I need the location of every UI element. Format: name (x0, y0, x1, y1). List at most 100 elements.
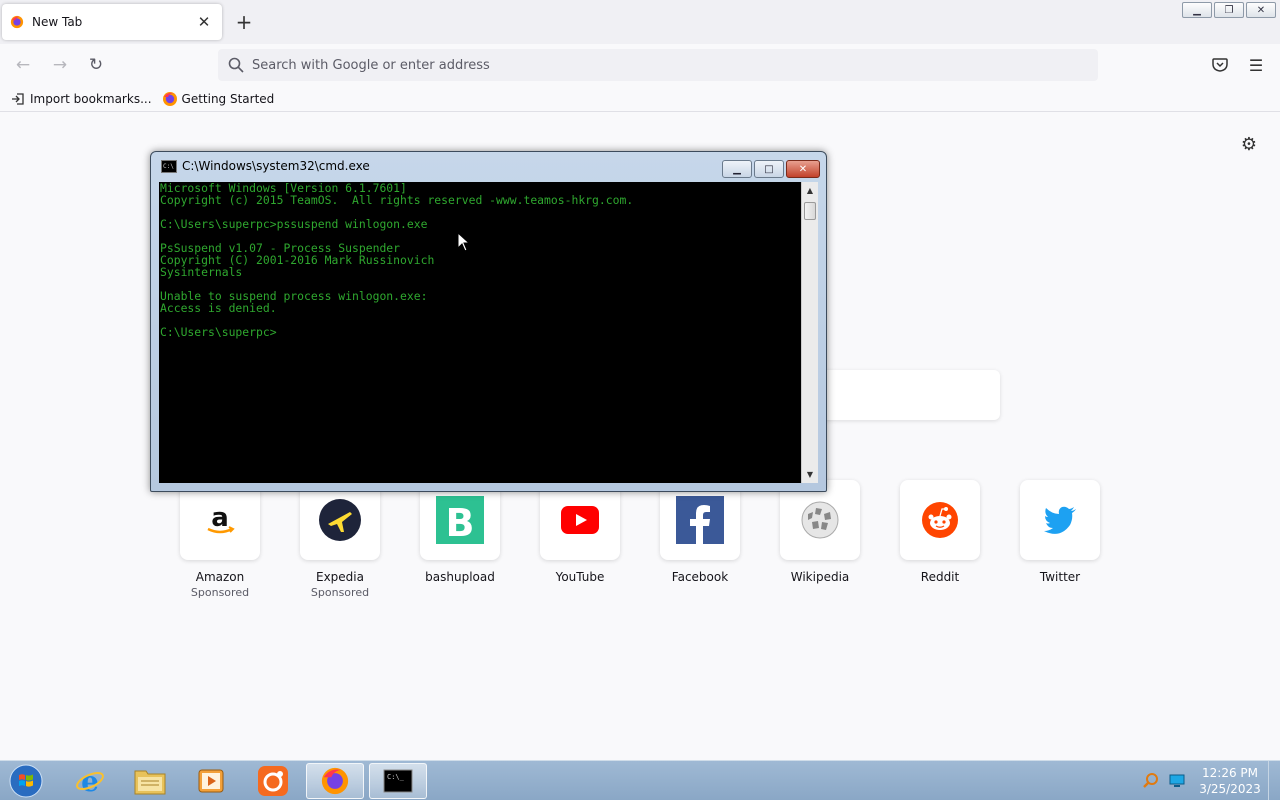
cmd-titlebar[interactable]: C:\ C:\Windows\system32\cmd.exe ▁ □ ✕ (151, 152, 826, 180)
console-line: Copyright (C) 2001-2016 Mark Russinovich (160, 253, 435, 267)
console-line: Copyright (c) 2015 TeamOS. All rights re… (160, 193, 634, 207)
top-site-twitter[interactable]: Twitter (1000, 480, 1120, 599)
restore-button[interactable]: ❐ (1214, 2, 1244, 18)
site-tile[interactable] (540, 480, 620, 560)
site-label: Amazon (195, 570, 245, 584)
taskbar-firefox[interactable] (306, 763, 364, 799)
taskbar-cmd[interactable]: C:\_ (369, 763, 427, 799)
site-label: bashupload (425, 570, 495, 584)
bookmark-import[interactable]: Import bookmarks... (10, 91, 152, 107)
firefox-icon (162, 91, 177, 106)
top-site-reddit[interactable]: Reddit (880, 480, 1000, 599)
cmd-scrollbar[interactable]: ▲ ▼ (801, 182, 818, 483)
console-line: C:\Users\superpc> (160, 325, 277, 339)
svg-text:e: e (81, 766, 99, 796)
tab-strip: New Tab ✕ + ▁ ❐ ✕ (0, 0, 1280, 44)
wikipedia-icon (801, 501, 839, 539)
network-icon[interactable] (1168, 773, 1186, 789)
console-line: Sysinternals (160, 265, 243, 279)
close-window-button[interactable]: ✕ (1246, 2, 1276, 18)
site-tile[interactable] (660, 480, 740, 560)
back-arrow-icon[interactable]: ← (12, 54, 34, 76)
scroll-thumb[interactable] (804, 202, 816, 220)
gear-icon[interactable]: ⚙ (1238, 133, 1260, 155)
amazon-icon: a (207, 503, 235, 534)
taskbar: e C:\_ 12:26 PM 3/25/2023 (0, 760, 1280, 800)
site-tile[interactable] (300, 480, 380, 560)
site-label: Facebook (671, 570, 729, 584)
clock-date: 3/25/2023 (1199, 782, 1261, 796)
nav-bar: ← → ↻ ☰ (0, 44, 1280, 86)
top-site-bashupload[interactable]: B bashupload (400, 480, 520, 599)
pocket-icon[interactable] (1210, 55, 1230, 75)
site-tile[interactable] (900, 480, 980, 560)
hamburger-menu-icon[interactable]: ☰ (1246, 55, 1266, 75)
site-tile[interactable] (780, 480, 860, 560)
svg-text:a: a (211, 503, 229, 533)
scroll-down-icon[interactable]: ▼ (802, 466, 818, 483)
expedia-icon (319, 499, 361, 541)
show-desktop-button[interactable] (1268, 761, 1280, 800)
forward-arrow-icon[interactable]: → (49, 54, 71, 76)
url-bar[interactable] (218, 49, 1098, 81)
youtube-icon (561, 506, 599, 534)
newtab-search-box[interactable] (820, 370, 1000, 420)
reload-icon[interactable]: ↻ (85, 54, 107, 76)
bashupload-icon: B (436, 496, 484, 544)
url-input[interactable] (252, 57, 1052, 73)
orange-app-icon (258, 766, 288, 796)
new-tab-button[interactable]: + (232, 10, 256, 34)
twitter-icon (1044, 506, 1076, 534)
taskbar-media-player[interactable] (182, 763, 240, 799)
top-site-amazon[interactable]: a Amazon Sponsored (160, 480, 280, 599)
bookmark-getting-started[interactable]: Getting Started (162, 91, 275, 107)
top-sites: a Amazon Sponsored Expedia Sponsored B b… (160, 480, 1120, 599)
bookmark-label: Getting Started (181, 91, 275, 106)
tab-title: New Tab (32, 15, 83, 29)
minimize-button[interactable]: ▁ (1182, 2, 1212, 18)
site-tile[interactable]: a (180, 480, 260, 560)
top-site-expedia[interactable]: Expedia Sponsored (280, 480, 400, 599)
site-tile[interactable] (1020, 480, 1100, 560)
cmd-console[interactable]: Microsoft Windows [Version 6.1.7601] Cop… (159, 182, 801, 483)
site-label: Expedia (316, 570, 364, 584)
cmd-title: C:\Windows\system32\cmd.exe (182, 159, 370, 173)
svg-text:C:\_: C:\_ (387, 773, 405, 781)
site-tile[interactable]: B (420, 480, 500, 560)
mouse-cursor-icon (457, 232, 471, 252)
cmd-close-button[interactable]: ✕ (786, 160, 820, 178)
search-tray-icon[interactable] (1142, 772, 1160, 790)
bookmark-label: Import bookmarks... (30, 91, 152, 106)
cmd-icon: C:\ (161, 159, 177, 173)
taskbar-explorer[interactable] (121, 763, 179, 799)
top-site-facebook[interactable]: Facebook (640, 480, 760, 599)
top-site-wikipedia[interactable]: Wikipedia (760, 480, 880, 599)
firefox-icon (321, 767, 349, 795)
command-prompt-icon: C:\_ (383, 769, 413, 793)
cmd-maximize-button[interactable]: □ (754, 160, 784, 178)
close-tab-icon[interactable]: ✕ (194, 12, 214, 32)
cmd-minimize-button[interactable]: ▁ (722, 160, 752, 178)
cmd-window[interactable]: C:\ C:\Windows\system32\cmd.exe ▁ □ ✕ Mi… (150, 151, 827, 492)
site-label: Reddit (920, 570, 960, 584)
tab-new-tab[interactable]: New Tab ✕ (2, 4, 222, 40)
site-label: Twitter (1039, 570, 1081, 584)
console-line: Access is denied. (160, 301, 277, 315)
windows-start-icon (9, 764, 43, 798)
reddit-icon (922, 502, 958, 538)
taskbar-app[interactable] (244, 763, 302, 799)
search-icon (228, 57, 244, 73)
svg-text:B: B (446, 501, 475, 544)
start-button[interactable] (6, 763, 46, 799)
site-label: YouTube (555, 570, 605, 584)
internet-explorer-icon: e (76, 766, 104, 796)
clock-time: 12:26 PM (1202, 766, 1258, 780)
media-player-icon (198, 769, 224, 793)
console-line: C:\Users\superpc>pssuspend winlogon.exe (160, 217, 428, 231)
folder-icon (134, 770, 166, 795)
taskbar-clock[interactable]: 12:26 PM 3/25/2023 (1198, 765, 1262, 797)
top-site-youtube[interactable]: YouTube (520, 480, 640, 599)
scroll-up-icon[interactable]: ▲ (802, 182, 818, 199)
bookmarks-toolbar: Import bookmarks... Getting Started (0, 86, 1280, 112)
taskbar-ie[interactable]: e (61, 763, 119, 799)
